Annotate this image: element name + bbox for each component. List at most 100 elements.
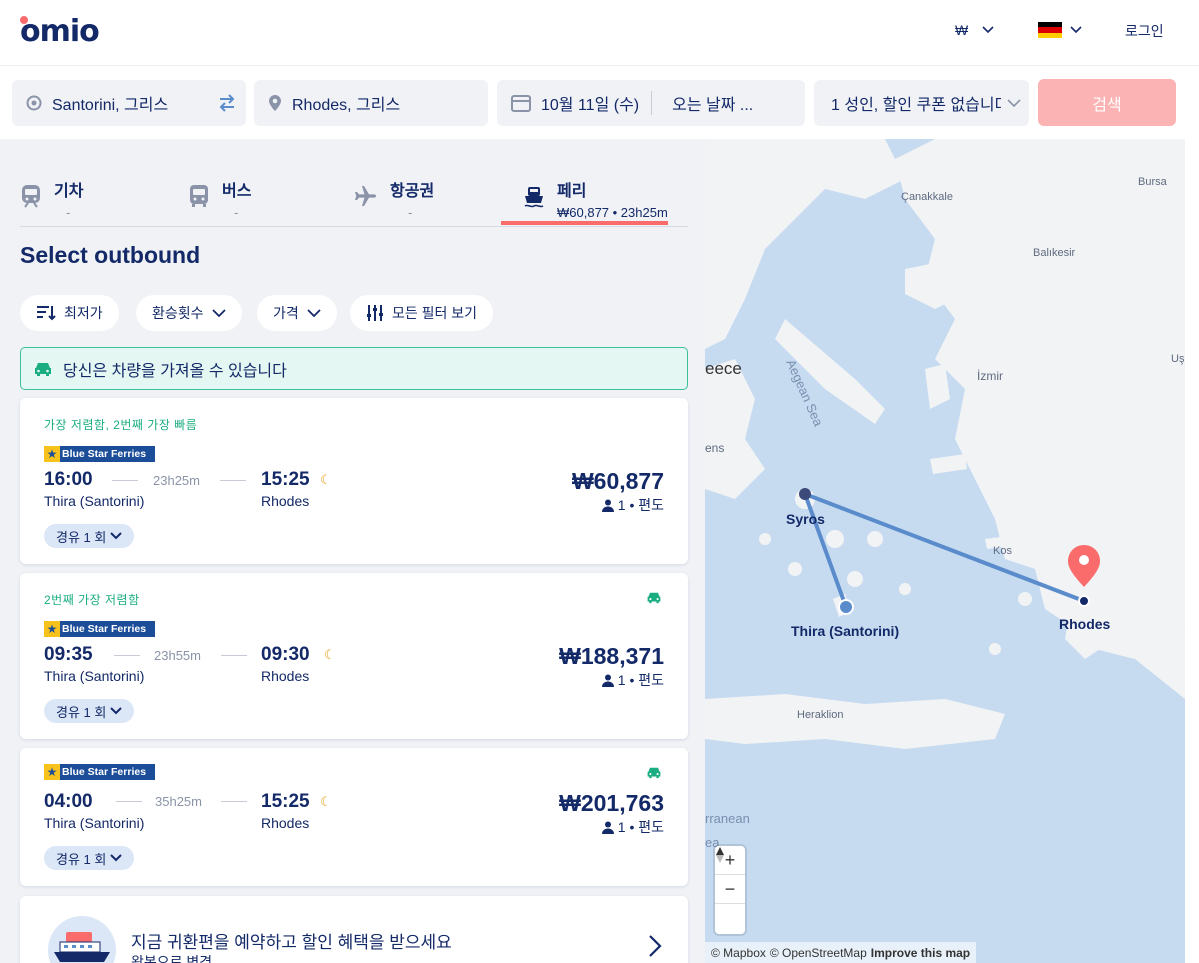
compass-icon[interactable] xyxy=(715,847,745,933)
top-bar: omio ₩ 로그인 xyxy=(0,0,1199,66)
origin-station: Thira (Santorini) xyxy=(44,668,145,684)
sort-chip[interactable]: 최저가 xyxy=(20,295,119,331)
chevron-down-icon xyxy=(982,26,994,34)
destination-station: Rhodes xyxy=(261,668,310,684)
passenger-info: 1 • 편도 xyxy=(601,670,664,690)
passengers-value: 1 성인, 할인 쿠폰 없습니다 xyxy=(831,97,1001,114)
departure-date[interactable]: 10월 11일 (수) xyxy=(541,91,639,115)
duration: 23h55m xyxy=(154,648,201,663)
results-panel: 기차 - 버스 - 항공권 - 페리 ₩60,877 • 23h25m Sele… xyxy=(0,139,705,963)
germany-flag-icon[interactable] xyxy=(1038,22,1062,38)
vehicle-notice: 당신은 차량을 가져올 수 있습니다 xyxy=(20,347,688,390)
map-label: İzmir xyxy=(977,369,1003,383)
star-icon: ★ xyxy=(44,446,60,462)
tab-ferry-label: 페리 xyxy=(557,183,587,200)
osm-attribution[interactable]: © OpenStreetMap xyxy=(770,946,867,960)
depart-time: 04:00 xyxy=(44,791,93,812)
depart-time: 09:35 xyxy=(44,644,93,665)
sort-icon xyxy=(37,306,56,321)
passengers-field[interactable]: 1 성인, 할인 쿠폰 없습니다 xyxy=(814,80,1029,126)
sort-label: 최저가 xyxy=(64,305,103,321)
tab-bus-sub: - xyxy=(234,205,239,220)
operator-logo: ★ Blue Star Ferries xyxy=(44,764,155,780)
zoom-out-button[interactable]: − xyxy=(715,875,745,904)
map-label: Balıkesir xyxy=(1033,247,1076,259)
date-field[interactable]: 10월 11일 (수) 오는 날짜 ... xyxy=(497,80,805,126)
tab-ferry[interactable]: 페리 ₩60,877 • 23h25m xyxy=(521,171,668,227)
tab-train[interactable]: 기차 - xyxy=(20,171,83,227)
duration-line xyxy=(220,480,246,481)
santorini-marker xyxy=(838,599,854,615)
city-label-rhodes: Rhodes xyxy=(1059,616,1111,632)
return-promo-subtitle[interactable]: 왕복으로 변경 xyxy=(131,952,212,963)
map-label: Uş xyxy=(1171,353,1185,365)
arrive-time: 15:25 xyxy=(261,469,310,490)
chevron-down-icon xyxy=(110,854,123,862)
tab-train-sub: - xyxy=(66,205,71,220)
chevron-down-icon xyxy=(110,532,123,540)
chevron-right-icon[interactable] xyxy=(648,934,662,958)
mapbox-attribution[interactable]: © Mapbox xyxy=(711,946,766,960)
map-attribution: © Mapbox © OpenStreetMap Improve this ma… xyxy=(705,942,977,963)
chevron-down-icon xyxy=(307,308,321,317)
map-label: Bursa xyxy=(1138,176,1167,188)
improve-map-link[interactable]: Improve this map xyxy=(871,946,970,960)
stops-toggle[interactable]: 경유 1 회 xyxy=(44,699,135,723)
price-filter-chip[interactable]: 가격 xyxy=(257,295,337,331)
duration-line xyxy=(116,801,142,802)
chevron-down-icon[interactable] xyxy=(1070,22,1082,38)
all-filters-chip[interactable]: 모든 필터 보기 xyxy=(350,295,494,331)
result-tag: 가장 저렴함, 2번째 가장 빠름 xyxy=(44,418,198,432)
car-icon xyxy=(33,361,53,377)
search-button[interactable]: 검색 xyxy=(1038,79,1176,126)
tab-train-label: 기차 xyxy=(54,183,84,200)
result-card-3[interactable]: ★ Blue Star Ferries 04:00 35h25m 15:25 ☾ … xyxy=(20,748,688,886)
moon-icon: ☾ xyxy=(320,472,332,487)
destination-field[interactable]: Rhodes, 그리스 xyxy=(254,80,488,126)
result-card-1[interactable]: 가장 저렴함, 2번째 가장 빠름 ★ Blue Star Ferries 16:… xyxy=(20,398,688,564)
operator-logo: ★ Blue Star Ferries xyxy=(44,621,155,637)
chevron-down-icon xyxy=(110,707,123,715)
logo-dot xyxy=(20,16,28,24)
map-canvas xyxy=(705,139,1185,963)
star-icon: ★ xyxy=(44,764,60,780)
currency-symbol: ₩ xyxy=(955,22,969,38)
city-label-santorini: Thira (Santorini) xyxy=(791,623,900,639)
return-date-placeholder[interactable]: 오는 날짜 ... xyxy=(672,91,753,115)
passenger-info: 1 • 편도 xyxy=(601,495,664,515)
location-pin-icon xyxy=(268,94,282,112)
origin-field[interactable]: Santorini, 그리스 xyxy=(12,80,246,126)
swap-icon[interactable] xyxy=(218,93,236,118)
moon-icon: ☾ xyxy=(320,794,332,809)
tab-flights[interactable]: 항공권 - xyxy=(354,171,434,227)
return-promo-card[interactable]: 지금 귀환편을 예약하고 할인 혜택을 받으세요 왕복으로 변경 xyxy=(20,896,688,963)
page-title: Select outbound xyxy=(20,242,201,268)
page-scrollbar[interactable] xyxy=(1185,139,1199,963)
currency-selector[interactable]: ₩ xyxy=(955,22,994,38)
login-link[interactable]: 로그인 xyxy=(1125,21,1164,41)
transfers-filter-chip[interactable]: 환승횟수 xyxy=(136,295,242,331)
bus-icon xyxy=(188,183,210,227)
map-label: ens xyxy=(705,441,725,455)
operator-logo: ★ Blue Star Ferries xyxy=(44,446,155,462)
stops-toggle[interactable]: 경유 1 회 xyxy=(44,846,135,870)
omio-logo[interactable]: omio xyxy=(20,14,100,49)
transfers-label: 환승횟수 xyxy=(152,305,204,321)
chevron-down-icon xyxy=(1007,99,1021,108)
result-card-2[interactable]: 2번째 가장 저렴함 ★ Blue Star Ferries 09:35 23h5… xyxy=(20,573,688,739)
chevron-down-icon xyxy=(211,308,226,317)
duration-line xyxy=(114,655,140,656)
map-label: eece xyxy=(705,359,742,378)
car-icon xyxy=(646,591,662,609)
date-divider xyxy=(651,91,653,115)
map-label: Kos xyxy=(993,545,1012,557)
duration-line xyxy=(221,801,247,802)
plane-icon xyxy=(354,183,378,227)
tab-flights-label: 항공권 xyxy=(390,183,435,200)
vehicle-notice-text: 당신은 차량을 가져올 수 있습니다 xyxy=(63,362,287,380)
tab-bus[interactable]: 버스 - xyxy=(188,171,251,227)
price: ₩188,371 xyxy=(559,643,664,669)
tab-bus-label: 버스 xyxy=(222,183,252,200)
stops-toggle[interactable]: 경유 1 회 xyxy=(44,524,135,548)
route-map[interactable]: Çanakkale Bursa Balıkesir Aegean Sea eec… xyxy=(705,139,1185,963)
